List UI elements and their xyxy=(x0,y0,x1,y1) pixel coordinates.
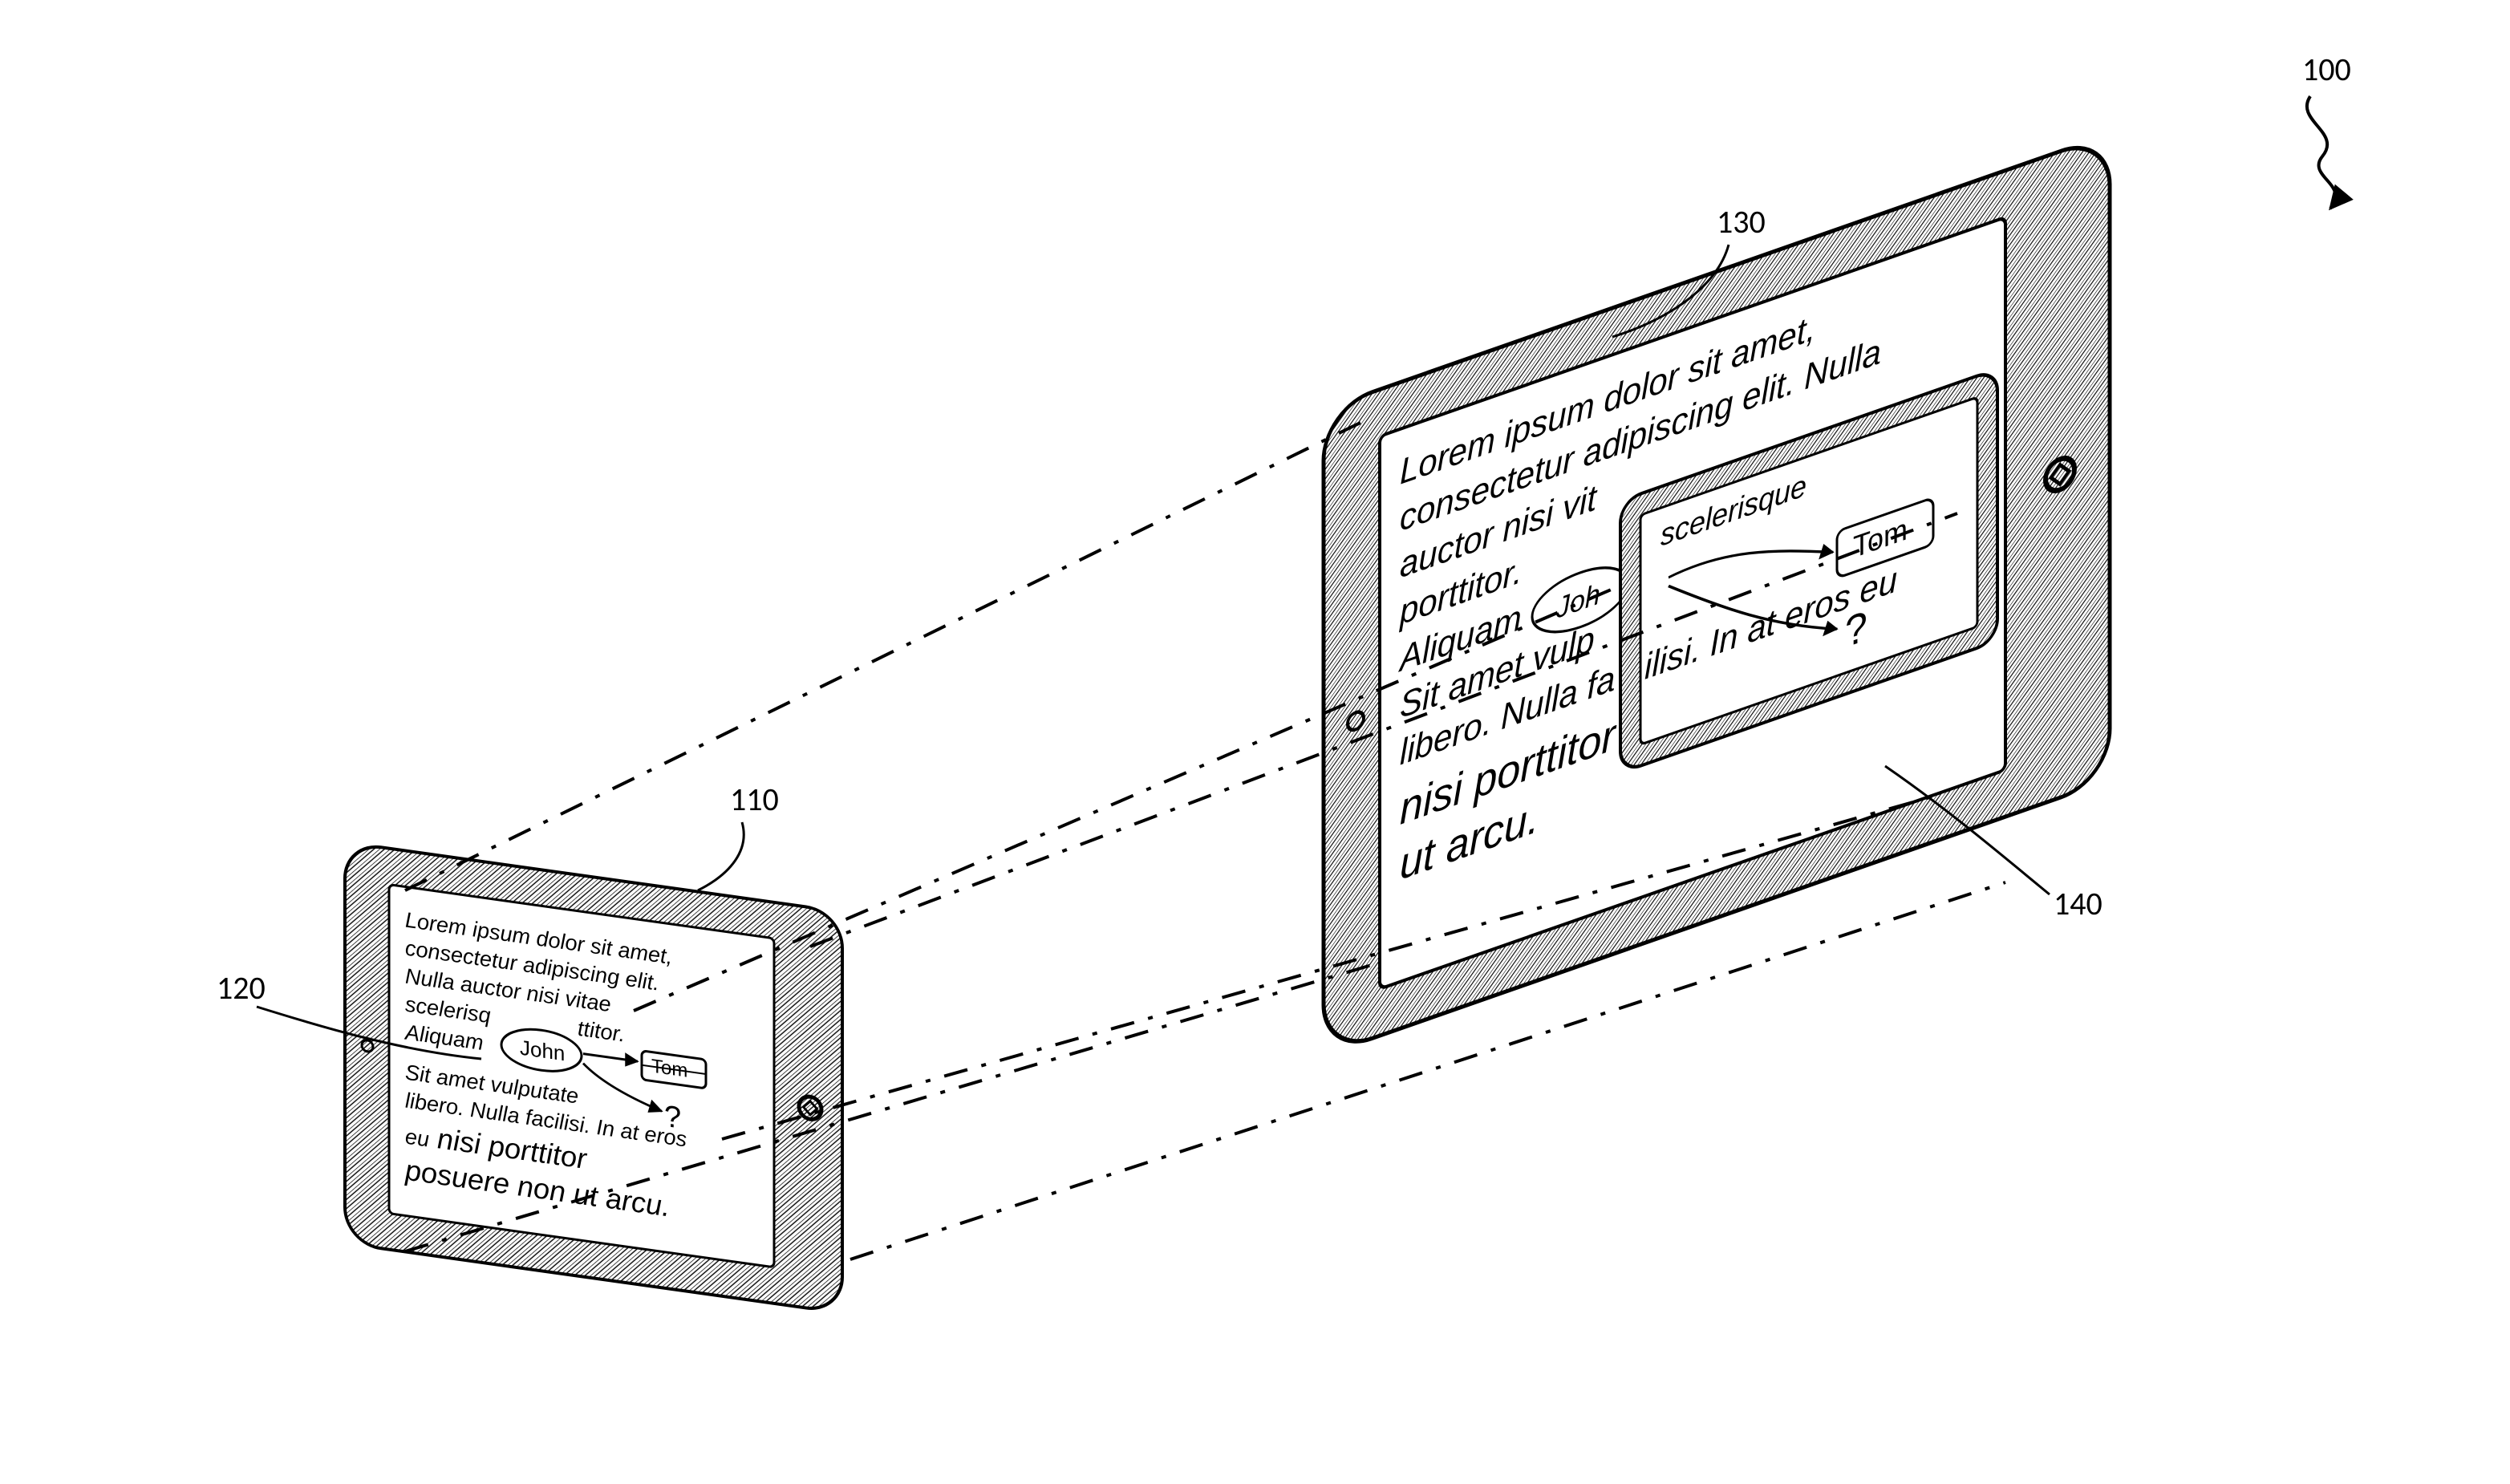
patent-figure: Lorem ipsum dolor sit amet, consectetur … xyxy=(0,0,2510,1484)
ref-100: 100 xyxy=(2302,50,2351,89)
ref-100-squiggle xyxy=(2307,96,2336,209)
ref-110: 110 xyxy=(730,780,779,819)
small-tablet: Lorem ipsum dolor sit amet, consectetur … xyxy=(345,842,842,1313)
ref-120: 120 xyxy=(217,968,266,1008)
ref-140: 140 xyxy=(2054,884,2102,923)
sm-q: ? xyxy=(664,1099,681,1136)
sm-line-8a: eu xyxy=(405,1124,429,1152)
ref-130: 130 xyxy=(1717,202,1766,241)
